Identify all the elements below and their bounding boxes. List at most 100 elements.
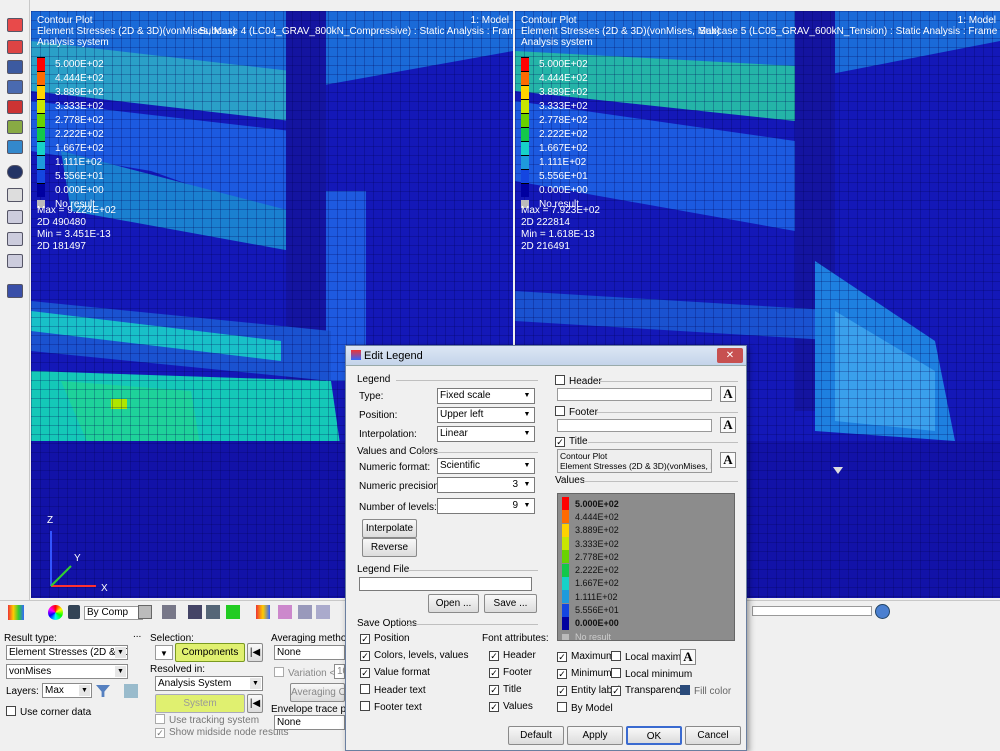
wireframe-icon[interactable] xyxy=(138,605,152,619)
local-minimum-checkbox[interactable]: Local minimum xyxy=(611,668,692,680)
system-button[interactable]: System xyxy=(155,694,245,713)
iso-surface-icon[interactable] xyxy=(316,605,330,619)
interpolation-dropdown[interactable]: Linear ▼ xyxy=(437,426,535,442)
minimum-checkbox[interactable]: ✓ Minimum xyxy=(557,668,612,679)
contour-legend[interactable]: 5.000E+02 4.444E+02 3.889E+02 3.333E+02 2.77… xyxy=(37,57,104,211)
result-type-more[interactable]: ... xyxy=(133,629,141,640)
numeric-format-dropdown[interactable]: Scientific ▼ xyxy=(437,458,535,474)
apply-button[interactable]: Apply xyxy=(567,726,623,745)
opt-colors-checkbox[interactable]: ✓ Colors, levels, values xyxy=(360,650,468,661)
footer-checkbox[interactable]: Footer xyxy=(555,406,598,418)
gear-icon[interactable] xyxy=(875,604,890,619)
legend-file-input[interactable] xyxy=(359,577,532,591)
interpolate-button[interactable]: Interpolate xyxy=(362,519,417,538)
result-type-dropdown[interactable]: Element Stresses (2D & 3D) (t)▼ xyxy=(6,645,128,660)
envelope-trace-dropdown[interactable]: None xyxy=(274,715,345,730)
reverse-button[interactable]: Reverse xyxy=(362,538,417,557)
position-label: Position: xyxy=(359,410,398,421)
maximum-checkbox[interactable]: ✓ Maximum xyxy=(557,651,614,662)
eye-icon[interactable] xyxy=(7,210,23,224)
dialog-titlebar[interactable]: Edit Legend ✕ xyxy=(346,346,746,366)
iso-icon[interactable] xyxy=(7,120,23,134)
transparency-checkbox[interactable]: ✓ Transparency xyxy=(611,685,686,696)
variation-checkbox[interactable]: Variation < xyxy=(274,667,335,679)
component-color-icon[interactable] xyxy=(68,605,80,619)
resolved-in-dropdown[interactable]: Analysis System ▼ xyxy=(155,676,263,691)
header-font-button[interactable]: A xyxy=(720,386,736,402)
section-icon[interactable] xyxy=(278,605,292,619)
title-font-button[interactable]: A xyxy=(720,452,736,468)
title-textarea[interactable]: Contour Plot Element Stresses (2D & 3D)(… xyxy=(557,449,712,473)
use-corner-data-checkbox[interactable]: Use corner data xyxy=(6,706,91,718)
vector-icon[interactable] xyxy=(7,80,23,94)
component-dropdown[interactable]: vonMises ▼ xyxy=(6,664,128,679)
ok-button[interactable]: OK xyxy=(626,726,682,745)
filter-icon[interactable] xyxy=(96,685,110,697)
fa-header-checkbox[interactable]: ✓ Header xyxy=(489,650,536,661)
numeric-precision-spinner[interactable]: 3 ▼ xyxy=(437,477,535,493)
feature-icon[interactable] xyxy=(188,605,202,619)
opt-position-checkbox[interactable]: ✓ Position xyxy=(360,633,410,644)
footer-input[interactable] xyxy=(557,419,712,432)
tensor-icon[interactable] xyxy=(7,100,23,114)
close-button[interactable]: ✕ xyxy=(717,348,743,363)
contour-legend[interactable]: 5.000E+02 4.444E+02 3.889E+02 3.333E+02 2.77… xyxy=(521,57,588,211)
measure-icon[interactable] xyxy=(7,284,23,298)
eye-settings-icon[interactable] xyxy=(7,232,23,246)
legend-icon[interactable] xyxy=(256,605,270,619)
variation-input[interactable]: 10 xyxy=(334,664,345,679)
legend-level: 5.000E+02 xyxy=(37,57,104,71)
contour-icon[interactable] xyxy=(8,605,24,620)
fa-footer-checkbox[interactable]: ✓ Footer xyxy=(489,667,532,678)
display-icon[interactable] xyxy=(7,140,23,154)
assign-result-icon[interactable] xyxy=(7,40,23,54)
legend-level: 1.667E+02 xyxy=(521,141,588,155)
layers-icon[interactable] xyxy=(7,165,23,179)
shaded-icon[interactable] xyxy=(162,605,176,619)
title-checkbox[interactable]: ✓ Title xyxy=(555,436,588,447)
view-icon[interactable] xyxy=(7,188,23,202)
reset-selection-button[interactable]: |◀ xyxy=(247,643,263,662)
open-button[interactable]: Open ... xyxy=(428,594,479,613)
deformed-icon[interactable] xyxy=(7,60,23,74)
opt-value-format-checkbox[interactable]: ✓ Value format xyxy=(360,667,430,678)
show-midside-checkbox[interactable]: ✓ Show midside node results xyxy=(155,727,289,738)
fill-color-control[interactable]: Fill color xyxy=(680,685,731,697)
save-button[interactable]: Save ... xyxy=(484,594,537,613)
footer-font-button[interactable]: A xyxy=(720,417,736,433)
color-wheel-icon[interactable] xyxy=(48,605,63,620)
type-dropdown[interactable]: Fixed scale ▼ xyxy=(437,388,535,404)
fa-title-checkbox[interactable]: ✓ Title xyxy=(489,684,522,695)
animation-slider[interactable] xyxy=(752,606,872,616)
opt-footer-text-checkbox[interactable]: Footer text xyxy=(360,701,422,713)
eye-filter-icon[interactable] xyxy=(7,254,23,268)
fa-values-checkbox[interactable]: ✓ Values xyxy=(489,701,533,712)
position-dropdown[interactable]: Upper left ▼ xyxy=(437,407,535,423)
use-tracking-system-checkbox[interactable]: Use tracking system xyxy=(155,714,259,726)
layers-stack-icon[interactable] xyxy=(124,684,138,698)
legend-swatch xyxy=(37,141,45,155)
selection-type-dropdown[interactable]: ▼ xyxy=(155,645,173,660)
reset-system-button[interactable]: |◀ xyxy=(247,694,263,713)
clip-icon[interactable] xyxy=(298,605,312,619)
legend-value: 3.889E+02 xyxy=(55,86,104,98)
header-input[interactable] xyxy=(557,388,712,401)
averaging-method-dropdown[interactable]: None xyxy=(274,645,345,660)
header-checkbox[interactable]: Header xyxy=(555,375,602,387)
by-model-checkbox[interactable]: By Model xyxy=(557,702,613,714)
num-levels-spinner[interactable]: 9 ▼ xyxy=(437,498,535,514)
mask-icon[interactable] xyxy=(226,605,240,619)
legend-value: 4.444E+02 xyxy=(55,72,104,84)
legend-preview[interactable]: 5.000E+02 4.444E+02 3.889E+02 3.333E+02 2.77… xyxy=(557,493,735,642)
contour-icon[interactable] xyxy=(7,18,23,32)
opt-header-text-checkbox[interactable]: Header text xyxy=(360,684,426,696)
values-font-button[interactable]: A xyxy=(680,649,696,665)
default-button[interactable]: Default xyxy=(508,726,564,745)
cancel-button[interactable]: Cancel xyxy=(685,726,741,745)
averaging-options-button[interactable]: Averaging Options xyxy=(290,683,345,702)
components-button[interactable]: Components xyxy=(175,643,245,662)
by-comp-dropdown[interactable]: By Comp xyxy=(84,606,144,620)
layers-dropdown[interactable]: Max ▼ xyxy=(42,683,92,698)
transparency-icon[interactable] xyxy=(206,605,220,619)
legend-level: 1.111E+02 xyxy=(521,155,588,169)
